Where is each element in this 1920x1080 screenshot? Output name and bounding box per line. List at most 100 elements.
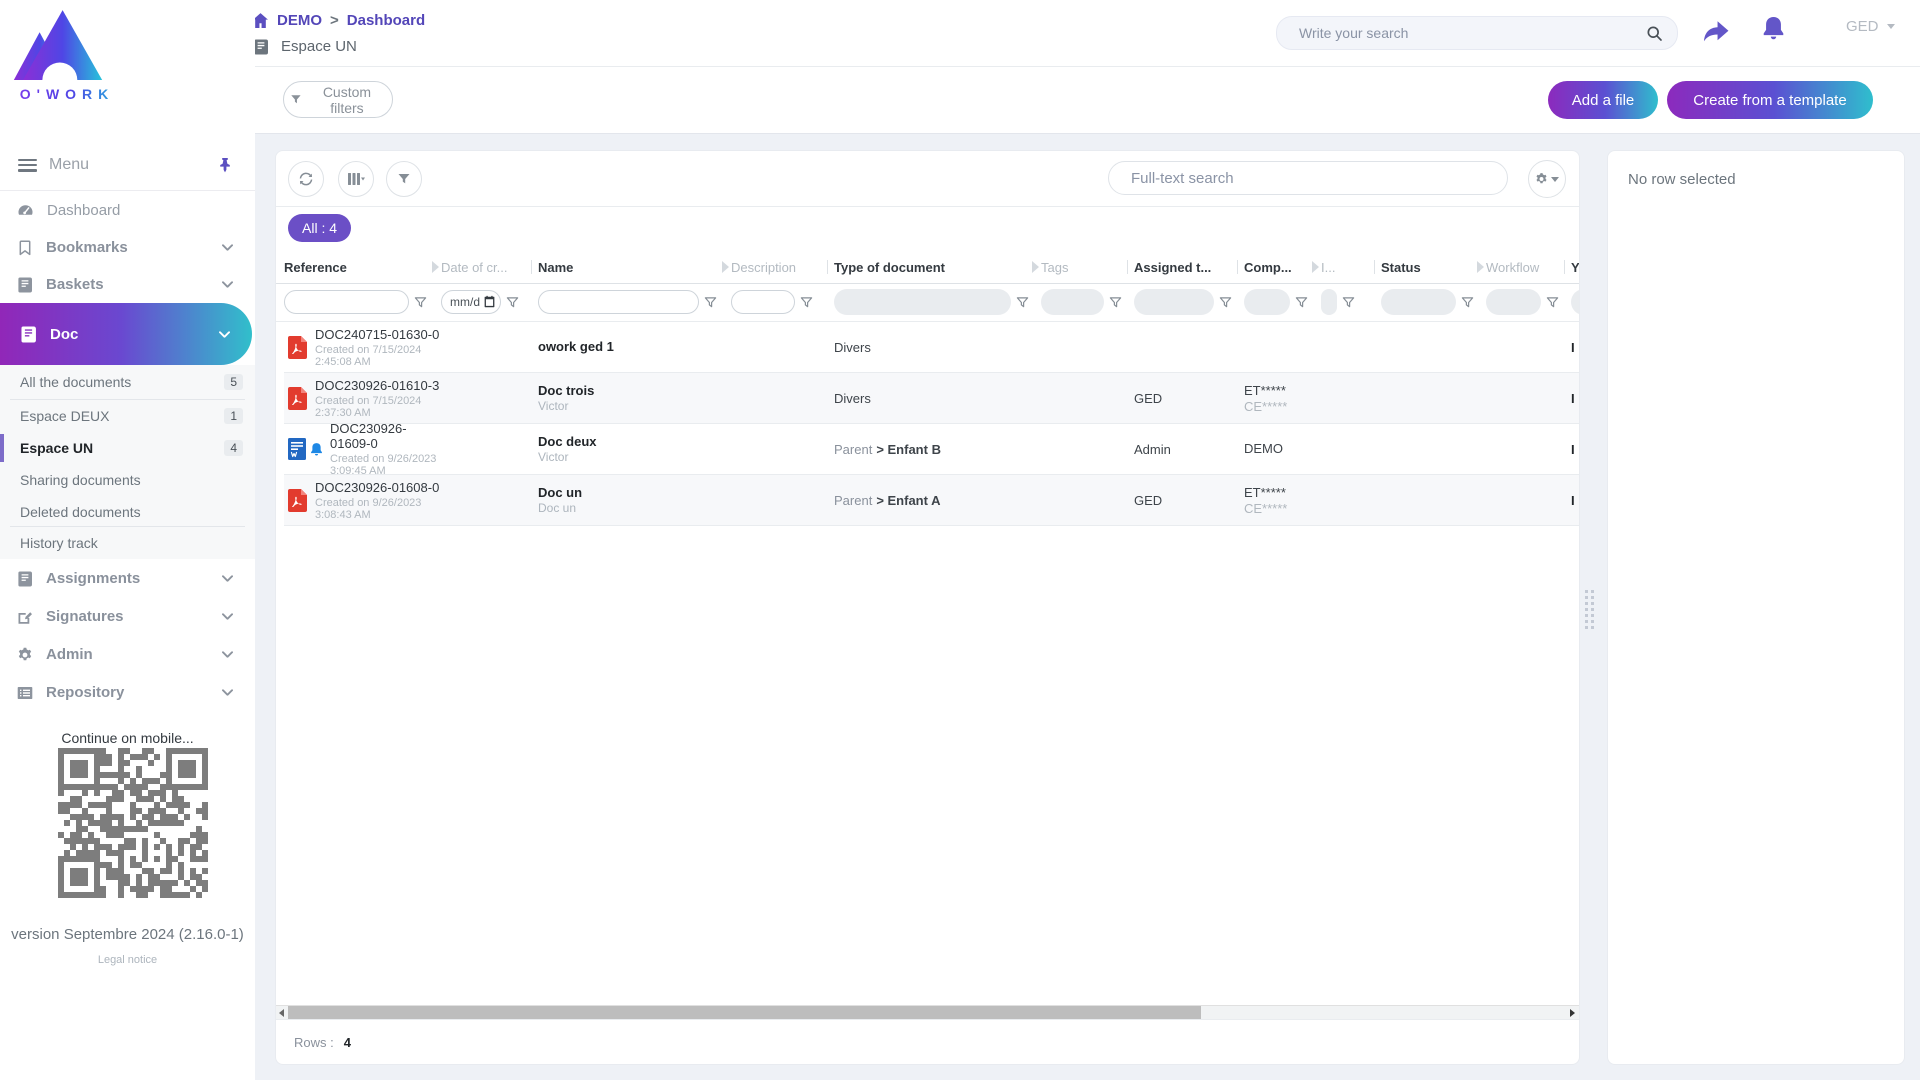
document-type: > Enfant B	[876, 441, 941, 457]
chevron-down-icon	[222, 281, 233, 288]
workflow-filter-disabled	[1486, 289, 1541, 315]
word-file-icon	[288, 438, 306, 460]
sidebar-item-signatures[interactable]: Signatures	[0, 598, 255, 635]
funnel-icon[interactable]	[1016, 296, 1029, 309]
description-filter-input[interactable]	[731, 290, 795, 314]
mobile-hint: Continue on mobile...	[61, 730, 194, 746]
all-filter-chip[interactable]: All : 4	[288, 214, 352, 242]
document-type: > Enfant A	[876, 492, 941, 508]
submenu-espace-deux[interactable]: Espace DEUX 1	[0, 400, 255, 432]
funnel-icon[interactable]	[506, 296, 519, 309]
share-icon[interactable]	[1702, 16, 1730, 44]
sidebar-item-bookmarks[interactable]: Bookmarks	[0, 229, 255, 266]
pin-sidebar-icon[interactable]	[217, 157, 233, 173]
table-row[interactable]: DOC230926-01610-3 Created on 7/15/2024 2…	[284, 373, 1579, 424]
column-header-type[interactable]: Type of document	[834, 251, 1041, 283]
funnel-icon[interactable]	[1219, 296, 1232, 309]
document-reference: DOC230926-01610-3	[315, 377, 440, 393]
sidebar-item-dashboard[interactable]: Dashboard	[0, 192, 255, 229]
breadcrumb-current-link[interactable]: Dashboard	[347, 12, 425, 29]
scrollbar-thumb[interactable]	[288, 1006, 1201, 1019]
filter-cell-description	[731, 290, 834, 314]
table-row[interactable]: DOC240715-01630-0 Created on 7/15/2024 2…	[284, 322, 1579, 373]
add-a-file-button[interactable]: Add a file	[1548, 81, 1658, 119]
filter-icon	[290, 93, 302, 106]
legal-notice-link[interactable]: Legal notice	[0, 954, 255, 966]
fulltext-search-input[interactable]	[1109, 169, 1507, 187]
funnel-icon[interactable]	[1342, 296, 1355, 309]
chevron-down-icon	[1551, 176, 1559, 182]
column-header-workflow[interactable]: Workflow	[1486, 251, 1571, 283]
filter-cell-name	[538, 290, 731, 314]
current-space: Espace UN	[253, 38, 357, 55]
column-header-assigned[interactable]: Assigned t...	[1134, 251, 1244, 283]
user-menu[interactable]: GED	[1846, 18, 1895, 35]
search-icon[interactable]	[1646, 25, 1663, 42]
submenu-deleted-documents[interactable]: Deleted documents	[0, 496, 255, 528]
sidebar-item-repository[interactable]: Repository	[0, 674, 255, 711]
table-row[interactable]: DOC230926-01608-0 Created on 9/26/2023 3…	[284, 475, 1579, 526]
table-settings-button[interactable]	[1528, 160, 1566, 198]
document-created: Created on 9/26/2023 3:09:45 AM	[330, 453, 437, 474]
tags-filter-disabled	[1041, 289, 1104, 315]
table-body: DOC240715-01630-0 Created on 7/15/2024 2…	[284, 322, 1579, 526]
panel-resize-handle[interactable]	[1585, 590, 1594, 629]
funnel-icon[interactable]	[704, 296, 717, 309]
clipped-cell-text: I	[1571, 441, 1575, 457]
columns-button[interactable]	[338, 161, 374, 197]
scroll-right-arrow-icon[interactable]	[1570, 1009, 1575, 1017]
sidebar-item-admin[interactable]: Admin	[0, 636, 255, 673]
submenu-all-the-documents[interactable]: All the documents 5	[0, 366, 255, 398]
funnel-icon[interactable]	[1295, 296, 1308, 309]
sidebar: O'WORK Menu Dashboard Bookmarks Baskets …	[0, 0, 255, 1080]
column-header-reference[interactable]: Reference	[284, 251, 441, 283]
filter-cell-i	[1321, 289, 1381, 315]
pdf-file-icon	[288, 488, 307, 512]
breadcrumb-root-link[interactable]: DEMO	[277, 12, 322, 29]
submenu-history-track[interactable]: History track	[0, 527, 255, 559]
app-logo[interactable]: O'WORK	[12, 8, 122, 102]
rows-label: Rows :	[294, 1035, 334, 1050]
document-name: Doc deux	[538, 434, 597, 449]
column-header-status[interactable]: Status	[1381, 251, 1486, 283]
filter-cell-assigned	[1134, 289, 1244, 315]
documents-table-panel: All : 4 Reference Date of cr... Name Des…	[275, 150, 1580, 1065]
scroll-left-arrow-icon[interactable]	[279, 1009, 284, 1017]
table-row[interactable]: DOC230926-01609-0 Created on 9/26/2023 3…	[284, 424, 1579, 475]
column-header-i[interactable]: I...	[1321, 251, 1381, 283]
funnel-icon[interactable]	[800, 296, 813, 309]
type-filter-disabled	[834, 289, 1011, 315]
notifications-bell-icon[interactable]	[1760, 15, 1787, 42]
submenu-sharing-documents[interactable]: Sharing documents	[0, 464, 255, 496]
funnel-icon[interactable]	[1461, 296, 1474, 309]
funnel-icon[interactable]	[1546, 296, 1559, 309]
column-header-y[interactable]: Y...	[1571, 251, 1579, 283]
funnel-icon[interactable]	[414, 296, 427, 309]
name-filter-input[interactable]	[538, 290, 699, 314]
hamburger-menu-icon[interactable]	[18, 158, 37, 172]
sidebar-item-baskets[interactable]: Baskets	[0, 266, 255, 303]
calendar-icon[interactable]	[483, 295, 496, 308]
submenu-espace-un[interactable]: Espace UN 4	[0, 432, 255, 464]
sidebar-item-assignments[interactable]: Assignments	[0, 560, 255, 597]
horizontal-scrollbar[interactable]	[276, 1005, 1579, 1020]
column-header-tags[interactable]: Tags	[1041, 251, 1134, 283]
global-search-input[interactable]	[1277, 25, 1646, 41]
filter-button[interactable]	[386, 161, 422, 197]
create-from-template-button[interactable]: Create from a template	[1667, 81, 1873, 119]
list-icon	[17, 685, 33, 701]
gear-icon	[17, 647, 33, 663]
custom-filters-button[interactable]: Custom filters	[283, 81, 393, 118]
reference-filter-input[interactable]	[284, 290, 409, 314]
sidebar-item-doc-active[interactable]: Doc	[0, 303, 252, 365]
header-divider	[250, 66, 1920, 67]
comp-filter-disabled	[1244, 289, 1290, 315]
column-header-name[interactable]: Name	[538, 251, 731, 283]
refresh-button[interactable]	[288, 161, 324, 197]
column-header-description[interactable]: Description	[731, 251, 834, 283]
funnel-icon[interactable]	[1109, 296, 1122, 309]
column-header-date[interactable]: Date of cr...	[441, 251, 538, 283]
chevron-down-icon	[222, 651, 233, 658]
column-header-comp[interactable]: Comp...	[1244, 251, 1321, 283]
chevron-down-icon	[222, 244, 233, 251]
